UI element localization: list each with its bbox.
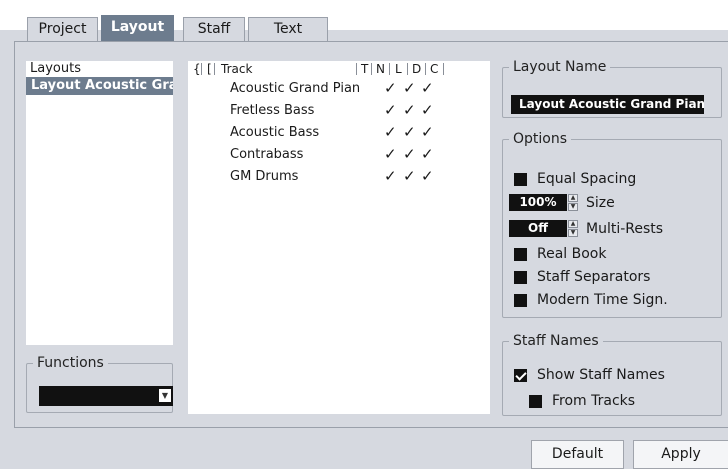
real-book-checkbox[interactable] <box>514 247 527 261</box>
modern-time-sign-label: Modern Time Sign. <box>537 292 668 308</box>
col-separator <box>443 63 444 75</box>
real-book-label: Real Book <box>537 246 607 262</box>
tab-project[interactable]: Project <box>27 17 98 41</box>
col-t: T <box>361 62 369 76</box>
staff-separators-checkbox[interactable] <box>514 270 527 284</box>
col-separator <box>201 63 202 75</box>
multi-rests-spin-arrows[interactable]: ▲ ▼ <box>568 220 578 237</box>
layouts-list[interactable]: Layouts Layout Acoustic Gra <box>26 61 173 345</box>
from-tracks-option[interactable]: From Tracks <box>529 393 635 409</box>
staff-names-legend: Staff Names <box>513 333 599 349</box>
checkmark-icon[interactable]: ✓ <box>421 167 434 185</box>
spin-down-icon[interactable]: ▼ <box>568 203 578 211</box>
tab-layout[interactable]: Layout <box>101 15 174 42</box>
checkmark-icon[interactable]: ✓ <box>403 145 416 163</box>
col-n: N <box>376 62 385 76</box>
from-tracks-checkbox[interactable] <box>529 394 542 408</box>
size-spin-arrows[interactable]: ▲ ▼ <box>568 194 578 211</box>
col-separator <box>407 63 408 75</box>
spin-up-icon[interactable]: ▲ <box>568 194 578 202</box>
track-name: Contrabass <box>230 147 304 162</box>
tab-staff[interactable]: Staff <box>183 17 245 41</box>
equal-spacing-label: Equal Spacing <box>537 171 637 187</box>
layouts-list-header: Layouts <box>30 61 81 76</box>
layout-list-item-selected[interactable]: Layout Acoustic Gra <box>26 77 173 95</box>
show-staff-names-checkbox[interactable] <box>514 368 527 382</box>
col-track: Track <box>221 62 253 76</box>
track-table[interactable]: { [ Track T N L D C Acoustic Grand Pian … <box>188 61 490 414</box>
modern-time-sign-option[interactable]: Modern Time Sign. <box>514 292 668 308</box>
track-name: GM Drums <box>230 169 299 184</box>
track-row[interactable]: Acoustic Bass ✓ ✓ ✓ <box>188 122 490 144</box>
col-separator <box>425 63 426 75</box>
size-spinner[interactable]: 100% ▲ ▼ Size <box>509 194 615 211</box>
checkmark-icon[interactable]: ✓ <box>384 167 397 185</box>
spin-up-icon[interactable]: ▲ <box>568 220 578 228</box>
multi-rests-value[interactable]: Off <box>509 220 567 237</box>
staff-separators-label: Staff Separators <box>537 269 651 285</box>
layout-name-field[interactable]: Layout Acoustic Grand Piano <box>511 95 704 114</box>
col-separator <box>214 63 215 75</box>
track-row[interactable]: Fretless Bass ✓ ✓ ✓ <box>188 100 490 122</box>
show-staff-names-option[interactable]: Show Staff Names <box>514 367 665 383</box>
col-bracket-brace: { <box>193 62 201 76</box>
functions-dropdown[interactable]: ▼ <box>39 386 173 406</box>
staff-separators-option[interactable]: Staff Separators <box>514 269 650 285</box>
checkmark-icon[interactable]: ✓ <box>384 79 397 97</box>
checkmark-icon[interactable]: ✓ <box>403 167 416 185</box>
track-row[interactable]: Contrabass ✓ ✓ ✓ <box>188 144 490 166</box>
layout-name-legend: Layout Name <box>513 59 607 75</box>
track-name: Acoustic Grand Pian <box>230 81 361 96</box>
apply-button[interactable]: Apply <box>633 440 728 469</box>
track-table-header: { [ Track T N L D C <box>188 61 490 77</box>
checkmark-icon[interactable]: ✓ <box>403 101 416 119</box>
functions-legend: Functions <box>37 355 104 371</box>
checkmark-icon[interactable]: ✓ <box>421 145 434 163</box>
chevron-down-icon: ▼ <box>159 389 171 402</box>
col-separator <box>356 63 357 75</box>
checkmark-icon[interactable]: ✓ <box>384 123 397 141</box>
show-staff-names-label: Show Staff Names <box>537 367 665 383</box>
col-c: C <box>430 62 439 76</box>
track-row[interactable]: GM Drums ✓ ✓ ✓ <box>188 166 490 188</box>
checkmark-icon[interactable]: ✓ <box>384 101 397 119</box>
checkmark-icon[interactable]: ✓ <box>421 123 434 141</box>
size-label: Size <box>586 194 615 211</box>
col-separator <box>371 63 372 75</box>
options-legend: Options <box>513 131 568 147</box>
track-name: Fretless Bass <box>230 103 315 118</box>
checkmark-icon[interactable]: ✓ <box>403 79 416 97</box>
multi-rests-spinner[interactable]: Off ▲ ▼ Multi-Rests <box>509 220 663 237</box>
tab-text[interactable]: Text <box>248 17 328 41</box>
col-l: L <box>395 62 402 76</box>
from-tracks-label: From Tracks <box>552 393 636 409</box>
equal-spacing-checkbox[interactable] <box>514 172 527 186</box>
default-button[interactable]: Default <box>531 440 624 469</box>
real-book-option[interactable]: Real Book <box>514 246 606 262</box>
equal-spacing-option[interactable]: Equal Spacing <box>514 171 636 187</box>
col-separator <box>389 63 390 75</box>
modern-time-sign-checkbox[interactable] <box>514 293 527 307</box>
spin-down-icon[interactable]: ▼ <box>568 229 578 237</box>
size-value[interactable]: 100% <box>509 194 567 211</box>
track-name: Acoustic Bass <box>230 125 320 140</box>
checkmark-icon[interactable]: ✓ <box>421 101 434 119</box>
checkmark-icon[interactable]: ✓ <box>384 145 397 163</box>
col-bracket-square: [ <box>207 62 212 76</box>
col-d: D <box>412 62 422 76</box>
multi-rests-label: Multi-Rests <box>586 220 664 237</box>
track-row[interactable]: Acoustic Grand Pian ✓ ✓ ✓ <box>188 78 490 100</box>
checkmark-icon[interactable]: ✓ <box>421 79 434 97</box>
layout-tab-panel: Layouts Layout Acoustic Gra Functions ▼ … <box>14 41 728 428</box>
checkmark-icon[interactable]: ✓ <box>403 123 416 141</box>
